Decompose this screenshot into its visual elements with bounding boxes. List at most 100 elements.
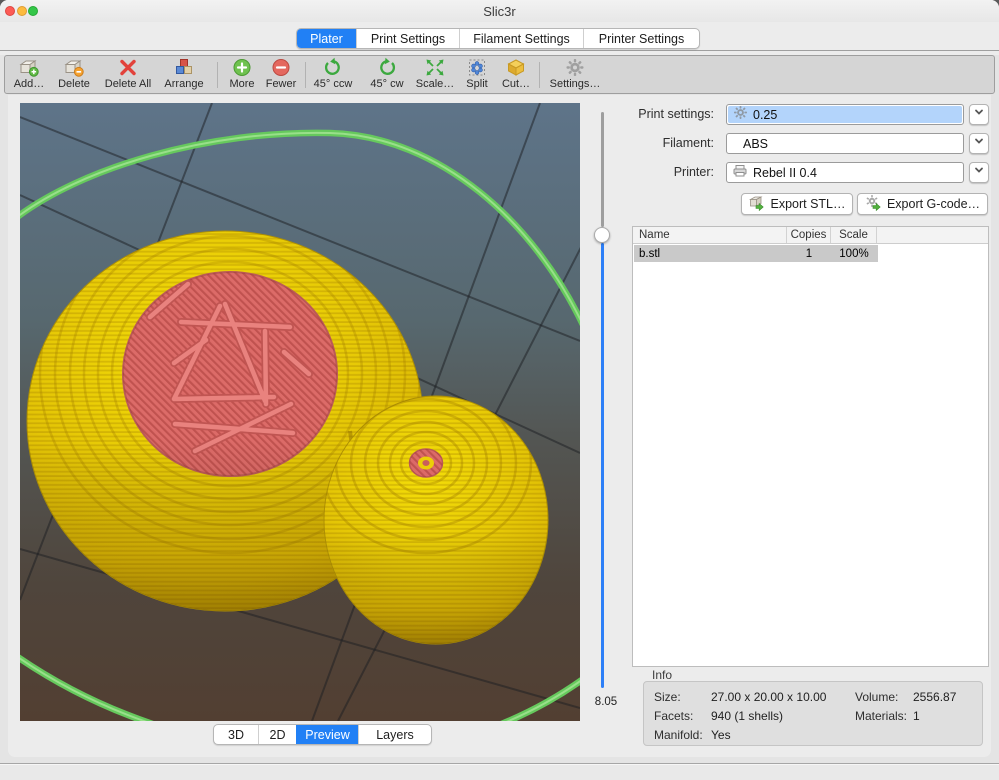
window-title: Slic3r — [0, 4, 999, 19]
volume-value: 2556.87 — [913, 690, 956, 704]
view-tab-preview[interactable]: Preview — [296, 725, 358, 744]
delete-label: Delete — [58, 78, 90, 91]
cut-button[interactable]: Cut… — [497, 57, 535, 93]
filament-dropdown-button[interactable] — [969, 133, 989, 154]
layer-slider-track-lower[interactable] — [601, 243, 604, 688]
object-list[interactable]: Name Copies Scale b.stl 1 100% — [632, 226, 989, 667]
column-header-name: Name — [633, 227, 787, 243]
viewport-3d-canvas[interactable] — [20, 103, 580, 721]
add-box-icon — [18, 57, 40, 78]
print-settings-value: 0.25 — [753, 108, 777, 122]
preset-gear-icon — [733, 105, 748, 125]
rotate-cw-button[interactable]: 45° cw — [363, 57, 411, 93]
app-window: Slic3r Plater Print Settings Filament Se… — [0, 0, 999, 780]
printer-icon — [732, 163, 748, 183]
rotate-ccw-button[interactable]: 45° ccw — [309, 57, 357, 93]
scale-button[interactable]: Scale… — [413, 57, 457, 93]
manifold-value: Yes — [711, 728, 731, 742]
settings-button[interactable]: Settings… — [543, 57, 607, 93]
tab-strip-divider — [0, 50, 999, 51]
view-tab-2d[interactable]: 2D — [258, 725, 296, 744]
facets-value: 940 (1 shells) — [711, 709, 783, 723]
add-label: Add… — [14, 78, 45, 91]
export-gcode-label: Export G-code… — [887, 197, 980, 211]
toolbar-separator — [539, 62, 540, 88]
tab-plater[interactable]: Plater — [297, 29, 356, 48]
materials-value: 1 — [913, 709, 920, 723]
scale-arrows-icon — [424, 57, 446, 78]
export-gcode-icon — [865, 194, 882, 214]
fewer-minus-icon — [270, 57, 292, 78]
filament-value: ABS — [743, 137, 768, 151]
more-label: More — [229, 78, 254, 91]
printer-value: Rebel II 0.4 — [753, 166, 817, 180]
window-bottom-strip — [0, 765, 999, 780]
arrange-button[interactable]: Arrange — [157, 57, 211, 93]
settings-label: Settings… — [550, 78, 601, 91]
column-header-copies: Copies — [787, 227, 831, 243]
arrange-label: Arrange — [164, 78, 203, 91]
view-tab-layers[interactable]: Layers — [358, 725, 431, 744]
chevron-down-icon — [972, 163, 986, 182]
column-header-filler — [877, 227, 988, 243]
volume-label: Volume: — [855, 690, 898, 704]
delete-all-button[interactable]: Delete All — [97, 57, 159, 93]
table-row[interactable]: b.stl 1 100% — [634, 245, 878, 262]
main-tab-bar: Plater Print Settings Filament Settings … — [296, 28, 700, 49]
toolbar-separator — [217, 62, 218, 88]
gear-icon — [564, 57, 586, 78]
manifold-label: Manifold: — [654, 728, 703, 742]
view-tab-3d[interactable]: 3D — [214, 725, 258, 744]
fewer-label: Fewer — [266, 78, 297, 91]
chevron-down-icon — [972, 134, 986, 153]
split-label: Split — [466, 78, 487, 91]
filament-label: Filament: — [600, 136, 714, 151]
add-button[interactable]: Add… — [9, 57, 49, 93]
info-section-title: Info — [652, 668, 672, 682]
print-settings-combo[interactable]: 0.25 — [726, 104, 964, 125]
printer-combo[interactable]: Rebel II 0.4 — [726, 162, 964, 183]
export-stl-button[interactable]: Export STL… — [741, 193, 853, 215]
facets-label: Facets: — [654, 709, 693, 723]
tab-filament-settings[interactable]: Filament Settings — [459, 29, 583, 48]
materials-label: Materials: — [855, 709, 907, 723]
split-button[interactable]: Split — [459, 57, 495, 93]
more-plus-icon — [231, 57, 253, 78]
size-label: Size: — [654, 690, 681, 704]
print-settings-dropdown-button[interactable] — [969, 104, 989, 125]
fewer-button[interactable]: Fewer — [261, 57, 301, 93]
cut-box-icon — [505, 57, 527, 78]
arrange-cubes-icon — [173, 57, 195, 78]
export-stl-icon — [748, 194, 765, 214]
rotate-cw-icon — [376, 57, 398, 78]
tab-print-settings[interactable]: Print Settings — [356, 29, 459, 48]
rotate-ccw-icon — [322, 57, 344, 78]
delete-all-label: Delete All — [105, 78, 151, 91]
cell-name: b.stl — [634, 245, 787, 262]
info-box: Size: 27.00 x 20.00 x 10.00 Volume: 2556… — [643, 681, 983, 746]
layer-slider-thumb[interactable] — [594, 227, 610, 243]
cut-label: Cut… — [502, 78, 530, 91]
print-settings-label: Print settings: — [600, 107, 714, 122]
export-gcode-button[interactable]: Export G-code… — [857, 193, 988, 215]
chevron-down-icon — [972, 105, 986, 124]
object-list-header: Name Copies Scale — [633, 227, 988, 244]
toolbar-separator — [305, 62, 306, 88]
printer-label: Printer: — [600, 165, 714, 180]
viewport-3d[interactable] — [20, 103, 580, 721]
scale-label: Scale… — [416, 78, 455, 91]
more-button[interactable]: More — [223, 57, 261, 93]
titlebar[interactable]: Slic3r — [0, 0, 999, 22]
tab-printer-settings[interactable]: Printer Settings — [583, 29, 699, 48]
layer-slider-value: 8.05 — [584, 696, 628, 708]
filament-combo[interactable]: ABS — [726, 133, 964, 154]
split-dots-icon — [466, 57, 488, 78]
delete-all-x-icon — [117, 57, 139, 78]
rotate-cw-label: 45° cw — [370, 78, 403, 91]
delete-button[interactable]: Delete — [51, 57, 97, 93]
export-stl-label: Export STL… — [770, 197, 845, 211]
rotate-ccw-label: 45° ccw — [314, 78, 353, 91]
printer-dropdown-button[interactable] — [969, 162, 989, 183]
cell-copies: 1 — [787, 245, 831, 262]
size-value: 27.00 x 20.00 x 10.00 — [711, 690, 826, 704]
